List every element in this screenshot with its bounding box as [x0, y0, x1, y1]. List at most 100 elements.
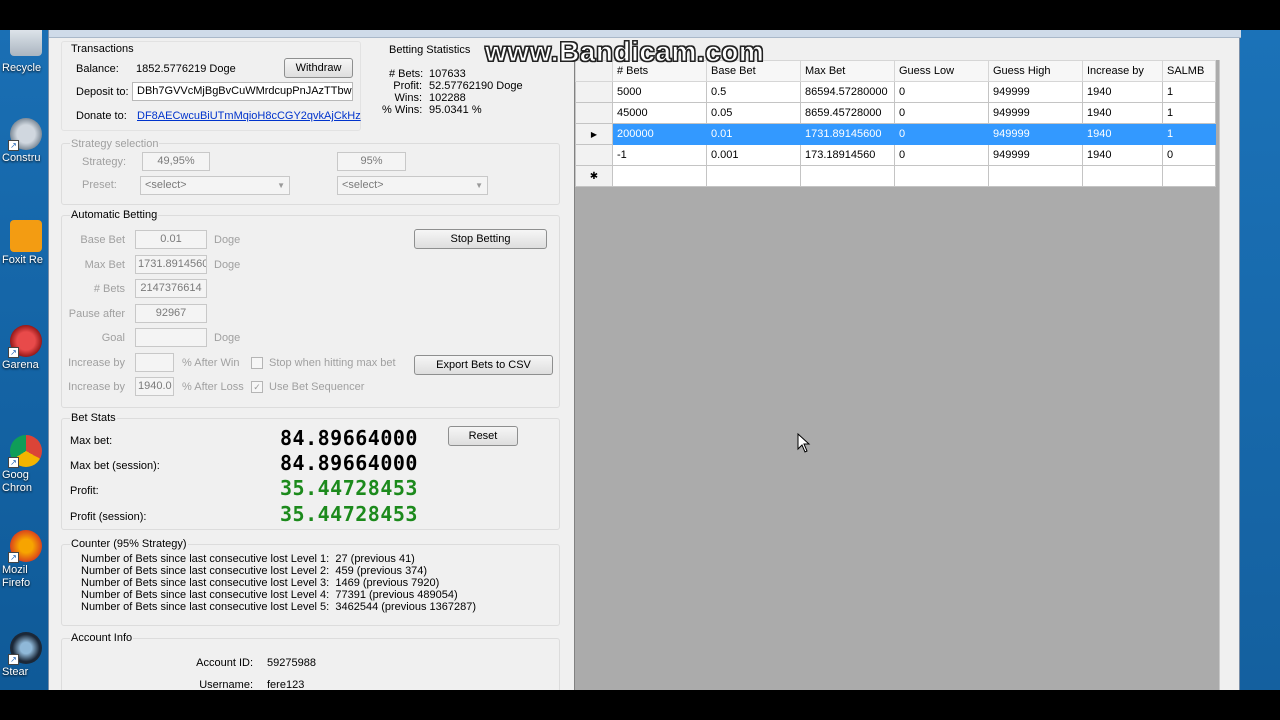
grid-cell[interactable]: 1 [1162, 81, 1216, 103]
grid-cell[interactable]: 949999 [988, 81, 1083, 103]
grid-cell[interactable] [800, 165, 895, 187]
grid-cell[interactable] [612, 165, 707, 187]
steam-icon[interactable]: ↗ Stear [0, 632, 48, 690]
counter-line: Number of Bets since last consecutive lo… [81, 601, 476, 613]
pause-after-field[interactable]: 92967 [135, 304, 207, 323]
grid-cell[interactable]: 5000 [612, 81, 707, 103]
grid-cell[interactable]: 86594.57280000 [800, 81, 895, 103]
withdraw-button[interactable]: Withdraw [284, 58, 353, 78]
counter-line: Number of Bets since last consecutive lo… [81, 553, 415, 565]
donate-address-link[interactable]: DF8AECwcuBiUTmMqioH8cCGY2qvkAjCkHz [137, 110, 361, 122]
google-chrome-icon[interactable]: ↗ Goog Chron [0, 435, 48, 495]
grid-cell[interactable]: 0.5 [706, 81, 801, 103]
garena-icon[interactable]: ↗ Garena [0, 325, 48, 385]
goal-field[interactable] [135, 328, 207, 347]
counter-line-value: 77391 (previous 489054) [335, 589, 458, 601]
bet-sequencer-table: # Bets Base Bet Max Bet Guess Low Guess High… [575, 60, 1216, 187]
grid-cell[interactable] [1162, 165, 1216, 187]
increase-by-loss-label: Increase by [68, 381, 125, 393]
grid-cell[interactable]: 949999 [988, 102, 1083, 124]
grid-row-header[interactable]: ✱ [575, 165, 613, 187]
letterbox-bottom [0, 690, 1280, 720]
num-bets-field[interactable]: 2147376614 [135, 279, 207, 298]
grid-cell[interactable]: 1940 [1082, 144, 1163, 166]
grid-cell[interactable]: 0 [1162, 144, 1216, 166]
grid-cell[interactable]: 200000 [612, 123, 707, 145]
reset-button[interactable]: Reset [448, 426, 518, 446]
grid-cell[interactable] [988, 165, 1083, 187]
num-bets-label: # Bets [93, 283, 125, 295]
max-bet-field[interactable]: 1731.8914560 [135, 255, 207, 274]
grid-cell[interactable]: 949999 [988, 123, 1083, 145]
increase-by-win-field[interactable] [135, 353, 174, 372]
mouse-cursor-icon [797, 433, 811, 453]
grid-cell[interactable]: 45000 [612, 102, 707, 124]
grid-row-header[interactable] [575, 81, 613, 103]
max-bet-unit: Doge [214, 259, 241, 271]
chevron-down-icon: ▼ [475, 181, 483, 190]
increase-by-loss-field[interactable]: 1940.0 [135, 377, 174, 396]
grid-cell[interactable]: 1940 [1082, 123, 1163, 145]
stop-max-bet-checkbox[interactable] [251, 357, 263, 369]
recycle-bin-icon[interactable]: Recycle [0, 30, 48, 90]
grid-cell[interactable]: 1 [1162, 102, 1216, 124]
current-row-arrow-icon: ▶ [590, 130, 598, 139]
preset-select-1[interactable]: <select> ▼ [140, 176, 290, 195]
grid-column-header[interactable]: Max Bet [800, 60, 895, 82]
grid-cell[interactable] [894, 165, 989, 187]
preset-select-2[interactable]: <select> ▼ [337, 176, 488, 195]
use-sequencer-checkbox[interactable]: ✓ [251, 381, 263, 393]
grid-cell[interactable]: 0 [894, 81, 989, 103]
preset-select-2-value: <select> [342, 179, 384, 191]
grid-cell[interactable]: 1940 [1082, 81, 1163, 103]
grid-cell[interactable]: 0.001 [706, 144, 801, 166]
grid-column-header[interactable]: SALMB [1162, 60, 1216, 82]
strategy-field-2[interactable]: 95% [337, 152, 406, 171]
grid-cell[interactable]: 173.18914560 [800, 144, 895, 166]
counter-line-value: 27 (previous 41) [335, 553, 415, 565]
counter-line-label: Number of Bets since last consecutive lo… [81, 601, 330, 613]
grid-cell[interactable] [706, 165, 801, 187]
grid-cell[interactable]: -1 [612, 144, 707, 166]
goal-label: Goal [101, 332, 125, 344]
stop-betting-button[interactable]: Stop Betting [414, 229, 547, 249]
grid-cell[interactable] [1082, 165, 1163, 187]
bandicam-watermark: www.Bandicam.com [484, 36, 765, 68]
grid-row-header[interactable] [575, 102, 613, 124]
grid-cell[interactable]: 1940 [1082, 102, 1163, 124]
balance-value: 1852.5776219 Doge [136, 63, 236, 75]
grid-cell[interactable]: 949999 [988, 144, 1083, 166]
grid-cell[interactable]: 0 [894, 144, 989, 166]
grid-cell[interactable]: 0.05 [706, 102, 801, 124]
grid-cell[interactable]: 0.01 [706, 123, 801, 145]
base-bet-field[interactable]: 0.01 [135, 230, 207, 249]
grid-column-header[interactable]: Guess Low [894, 60, 989, 82]
pct-wins-label: % Wins: [382, 104, 423, 116]
grid-cell[interactable]: 0 [894, 102, 989, 124]
grid-row-header[interactable]: ▶ [575, 123, 613, 145]
construct-icon[interactable]: ↗ Constru [0, 118, 48, 178]
mozilla-firefox-icon[interactable]: ↗ Mozil Firefo [0, 530, 48, 590]
grid-row[interactable]: -1 0.001 173.18914560 0 949999 1940 0 [575, 144, 1216, 166]
grid-new-row[interactable]: ✱ [575, 165, 1216, 187]
grid-cell[interactable]: 8659.45728000 [800, 102, 895, 124]
max-bet-session-value: 84.89664000 [280, 451, 418, 475]
grid-row[interactable]: 45000 0.05 8659.45728000 0 949999 1940 1 [575, 102, 1216, 124]
strategy-field-1[interactable]: 49,95% [142, 152, 210, 171]
max-bet-stat-value: 84.89664000 [280, 426, 418, 450]
grid-cell[interactable]: 0 [894, 123, 989, 145]
deposit-address-field[interactable]: DBh7GVVcMjBgBvCuWMrdcupPnJAzTTbw5 [132, 82, 353, 101]
grid-row-header[interactable] [575, 144, 613, 166]
bets-count-label: # Bets: [389, 68, 424, 80]
grid-column-header[interactable]: Guess High [988, 60, 1083, 82]
grid-row[interactable]: ▶ 200000 0.01 1731.89145600 0 949999 1940 1 [575, 123, 1216, 145]
counter-line-label: Number of Bets since last consecutive lo… [81, 553, 330, 565]
foxit-reader-icon[interactable]: Foxit Re [0, 220, 48, 280]
grid-column-header[interactable]: Increase by [1082, 60, 1163, 82]
export-csv-button[interactable]: Export Bets to CSV [414, 355, 553, 375]
grid-row[interactable]: 5000 0.5 86594.57280000 0 949999 1940 1 [575, 81, 1216, 103]
grid-cell[interactable]: 1 [1162, 123, 1216, 145]
grid-cell[interactable]: 1731.89145600 [800, 123, 895, 145]
after-win-label: % After Win [182, 357, 240, 369]
wins-label: Wins: [394, 92, 423, 104]
